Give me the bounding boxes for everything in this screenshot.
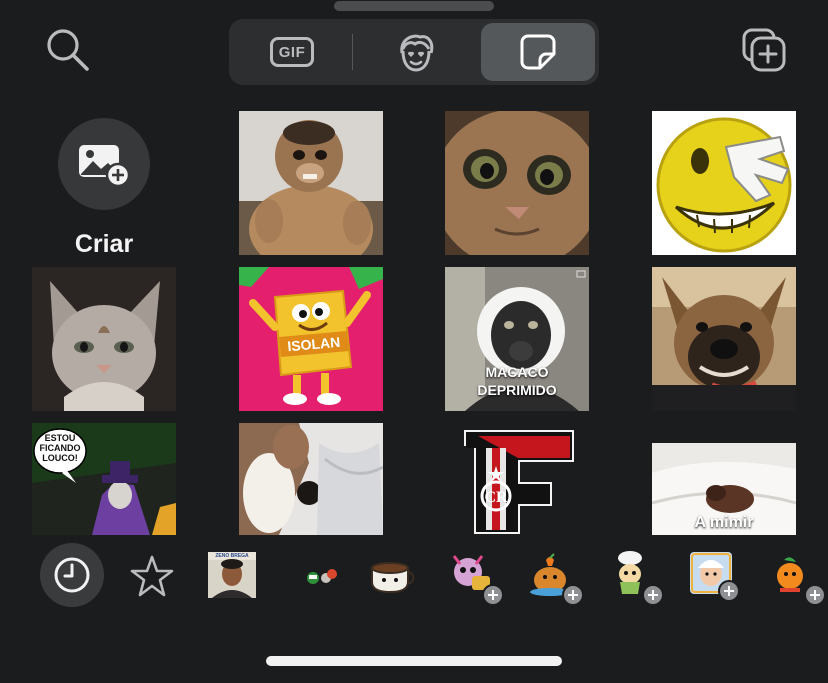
dog-sleeping-caption: A mimir	[694, 514, 754, 531]
recent-button[interactable]	[40, 543, 104, 607]
add-pack-badge[interactable]	[804, 584, 826, 606]
monkey-image	[239, 111, 383, 255]
emoji-face-icon	[400, 34, 434, 72]
media-type-tabs: GIF	[229, 19, 599, 85]
puppy-blanket-image	[239, 423, 383, 535]
search-icon	[47, 29, 89, 71]
add-pack-badge[interactable]	[482, 584, 504, 606]
add-pack-badge[interactable]	[562, 584, 584, 606]
plus-icon	[488, 590, 498, 600]
dog-smiling-image	[652, 267, 796, 411]
sticker-pack-bar: ZENO BREGA	[0, 540, 828, 610]
pack-tiny-emoji[interactable]	[298, 552, 346, 600]
create-label: Criar	[74, 230, 134, 258]
sticker-puppy-blanket[interactable]	[239, 423, 383, 535]
sticker-cat-closeup[interactable]	[445, 111, 589, 255]
man-portrait-text: ZENO BREGA	[215, 553, 249, 559]
pack-cook-character[interactable]	[608, 550, 664, 606]
plus-icon	[568, 590, 578, 600]
svg-text:CR: CR	[484, 489, 508, 506]
tab-stickers[interactable]	[481, 23, 595, 81]
sticker-flamengo-logo[interactable]: CR	[460, 426, 578, 536]
sticker-isolan-mascot[interactable]: ISOLAN	[239, 267, 383, 411]
isolan-mascot-image: ISOLAN	[239, 267, 383, 411]
pack-orange-character[interactable]	[770, 550, 826, 606]
plus-icon	[810, 590, 820, 600]
add-image-icon	[79, 145, 131, 188]
coffee-cup-image	[371, 562, 415, 594]
add-sticker-pack-button[interactable]	[736, 22, 792, 78]
add-pack-badge[interactable]	[718, 580, 740, 602]
plus-icon	[648, 590, 658, 600]
cat-closeup-image	[445, 111, 589, 255]
tiny-emoji-image	[307, 569, 337, 584]
sticker-dog-smiling[interactable]	[652, 267, 796, 411]
pack-capybara[interactable]	[528, 550, 584, 606]
flamengo-logo-image: CR	[464, 430, 574, 534]
search-button[interactable]	[40, 22, 94, 76]
sticker-yellow-emoji-facepalm[interactable]	[652, 111, 796, 255]
pack-baby-photo[interactable]	[690, 552, 740, 602]
yellow-emoji-image	[652, 111, 796, 255]
comic-joker-text: ESTOU FICANDO LOUCO!	[39, 433, 81, 463]
recent-icon	[54, 557, 90, 593]
plus-icon	[724, 586, 734, 596]
sticker-gibbon[interactable]: MACACO DEPRIMIDO	[445, 267, 589, 411]
grey-cat-image	[32, 267, 176, 411]
gif-label: GIF	[278, 43, 306, 61]
pack-man-portrait[interactable]: ZENO BREGA	[208, 552, 256, 598]
gif-icon: GIF	[270, 37, 314, 67]
pack-cartoon-animal[interactable]	[448, 550, 504, 606]
sticker-monkey[interactable]	[239, 111, 383, 255]
tab-emoji[interactable]	[357, 23, 475, 81]
sticker-icon	[520, 34, 556, 70]
add-pack-icon	[742, 28, 786, 72]
gibbon-caption: MACACO DEPRIMIDO	[477, 364, 557, 398]
favorites-star-icon	[130, 555, 174, 597]
tab-divider	[352, 34, 353, 70]
sheet-grab-handle[interactable]	[334, 1, 494, 11]
tab-gif[interactable]: GIF	[233, 23, 351, 81]
home-indicator[interactable]	[266, 656, 562, 666]
sticker-grey-cat[interactable]	[32, 267, 176, 411]
sticker-comic-joker[interactable]: ESTOU FICANDO LOUCO!	[32, 423, 176, 535]
create-sticker-button[interactable]	[58, 118, 150, 210]
sticker-dog-sleeping[interactable]: A mimir	[652, 443, 796, 535]
favorites-button[interactable]	[128, 552, 176, 600]
add-pack-badge[interactable]	[642, 584, 664, 606]
pack-coffee-cup[interactable]	[368, 552, 416, 600]
